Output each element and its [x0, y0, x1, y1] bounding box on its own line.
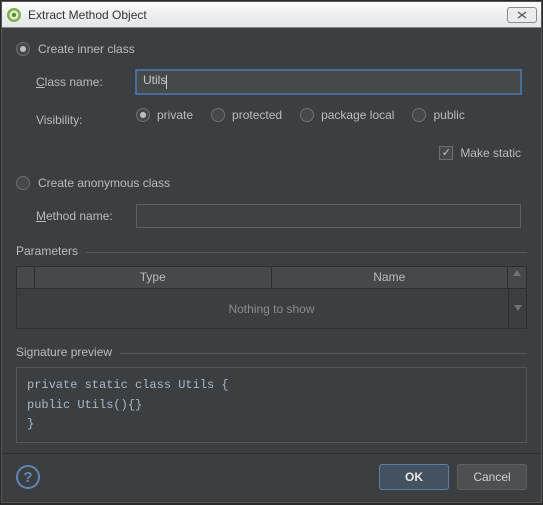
create-anonymous-class-radio[interactable]: Create anonymous class	[16, 176, 527, 190]
signature-preview: private static class Utils { public Util…	[16, 367, 527, 443]
make-static-checkbox[interactable]: Make static	[439, 146, 521, 160]
visibility-label: Visibility:	[36, 113, 136, 127]
move-up-button[interactable]	[508, 267, 526, 288]
move-down-button[interactable]	[508, 289, 526, 328]
create-inner-class-radio[interactable]: Create inner class	[16, 42, 527, 56]
class-name-input[interactable]: Utils	[136, 70, 521, 94]
preview-line: }	[27, 415, 516, 434]
preview-line: private static class Utils {	[27, 376, 516, 395]
radio-icon	[300, 108, 314, 122]
radio-icon	[16, 42, 30, 56]
parameters-table: Type Name Nothing to show	[16, 266, 527, 329]
method-name-input	[136, 204, 521, 228]
radio-icon	[16, 176, 30, 190]
visibility-group: private protected package local public	[136, 108, 465, 122]
radio-label: private	[157, 108, 193, 122]
visibility-package-local[interactable]: package local	[300, 108, 394, 122]
table-empty-text: Nothing to show	[228, 302, 314, 316]
visibility-public[interactable]: public	[412, 108, 464, 122]
method-name-label: Method name:	[36, 209, 136, 223]
cancel-button[interactable]: Cancel	[457, 464, 527, 490]
parameters-header: Parameters	[16, 244, 527, 260]
preview-header: Signature preview	[16, 345, 527, 361]
table-body: Nothing to show	[17, 289, 526, 328]
col-type[interactable]: Type	[35, 267, 272, 288]
checkbox-label: Make static	[460, 146, 521, 160]
close-button[interactable]	[507, 7, 537, 23]
help-button[interactable]: ?	[16, 465, 40, 489]
radio-label: package local	[321, 108, 394, 122]
radio-label: protected	[232, 108, 282, 122]
window-title: Extract Method Object	[28, 8, 507, 22]
preview-line: public Utils(){}	[27, 396, 516, 415]
class-name-label: Class name:	[36, 75, 136, 89]
anon-class-group: Method name:	[36, 204, 521, 242]
radio-label: Create inner class	[38, 42, 135, 56]
radio-icon	[211, 108, 225, 122]
app-icon	[6, 7, 22, 23]
dialog-body: Create inner class Class name: Utils Vis…	[2, 28, 541, 453]
dialog: Extract Method Object Create inner class…	[1, 1, 542, 503]
table-header: Type Name	[17, 267, 526, 289]
col-checkbox	[17, 267, 35, 288]
checkbox-icon	[439, 146, 453, 160]
ok-button[interactable]: OK	[379, 464, 449, 490]
radio-label: public	[433, 108, 464, 122]
radio-icon	[412, 108, 426, 122]
title-bar: Extract Method Object	[2, 2, 541, 28]
dialog-footer: ? OK Cancel	[2, 453, 541, 502]
visibility-protected[interactable]: protected	[211, 108, 282, 122]
col-name[interactable]: Name	[272, 267, 509, 288]
visibility-private[interactable]: private	[136, 108, 193, 122]
radio-label: Create anonymous class	[38, 176, 170, 190]
inner-class-group: Class name: Utils Visibility: private pr…	[36, 70, 521, 176]
radio-icon	[136, 108, 150, 122]
